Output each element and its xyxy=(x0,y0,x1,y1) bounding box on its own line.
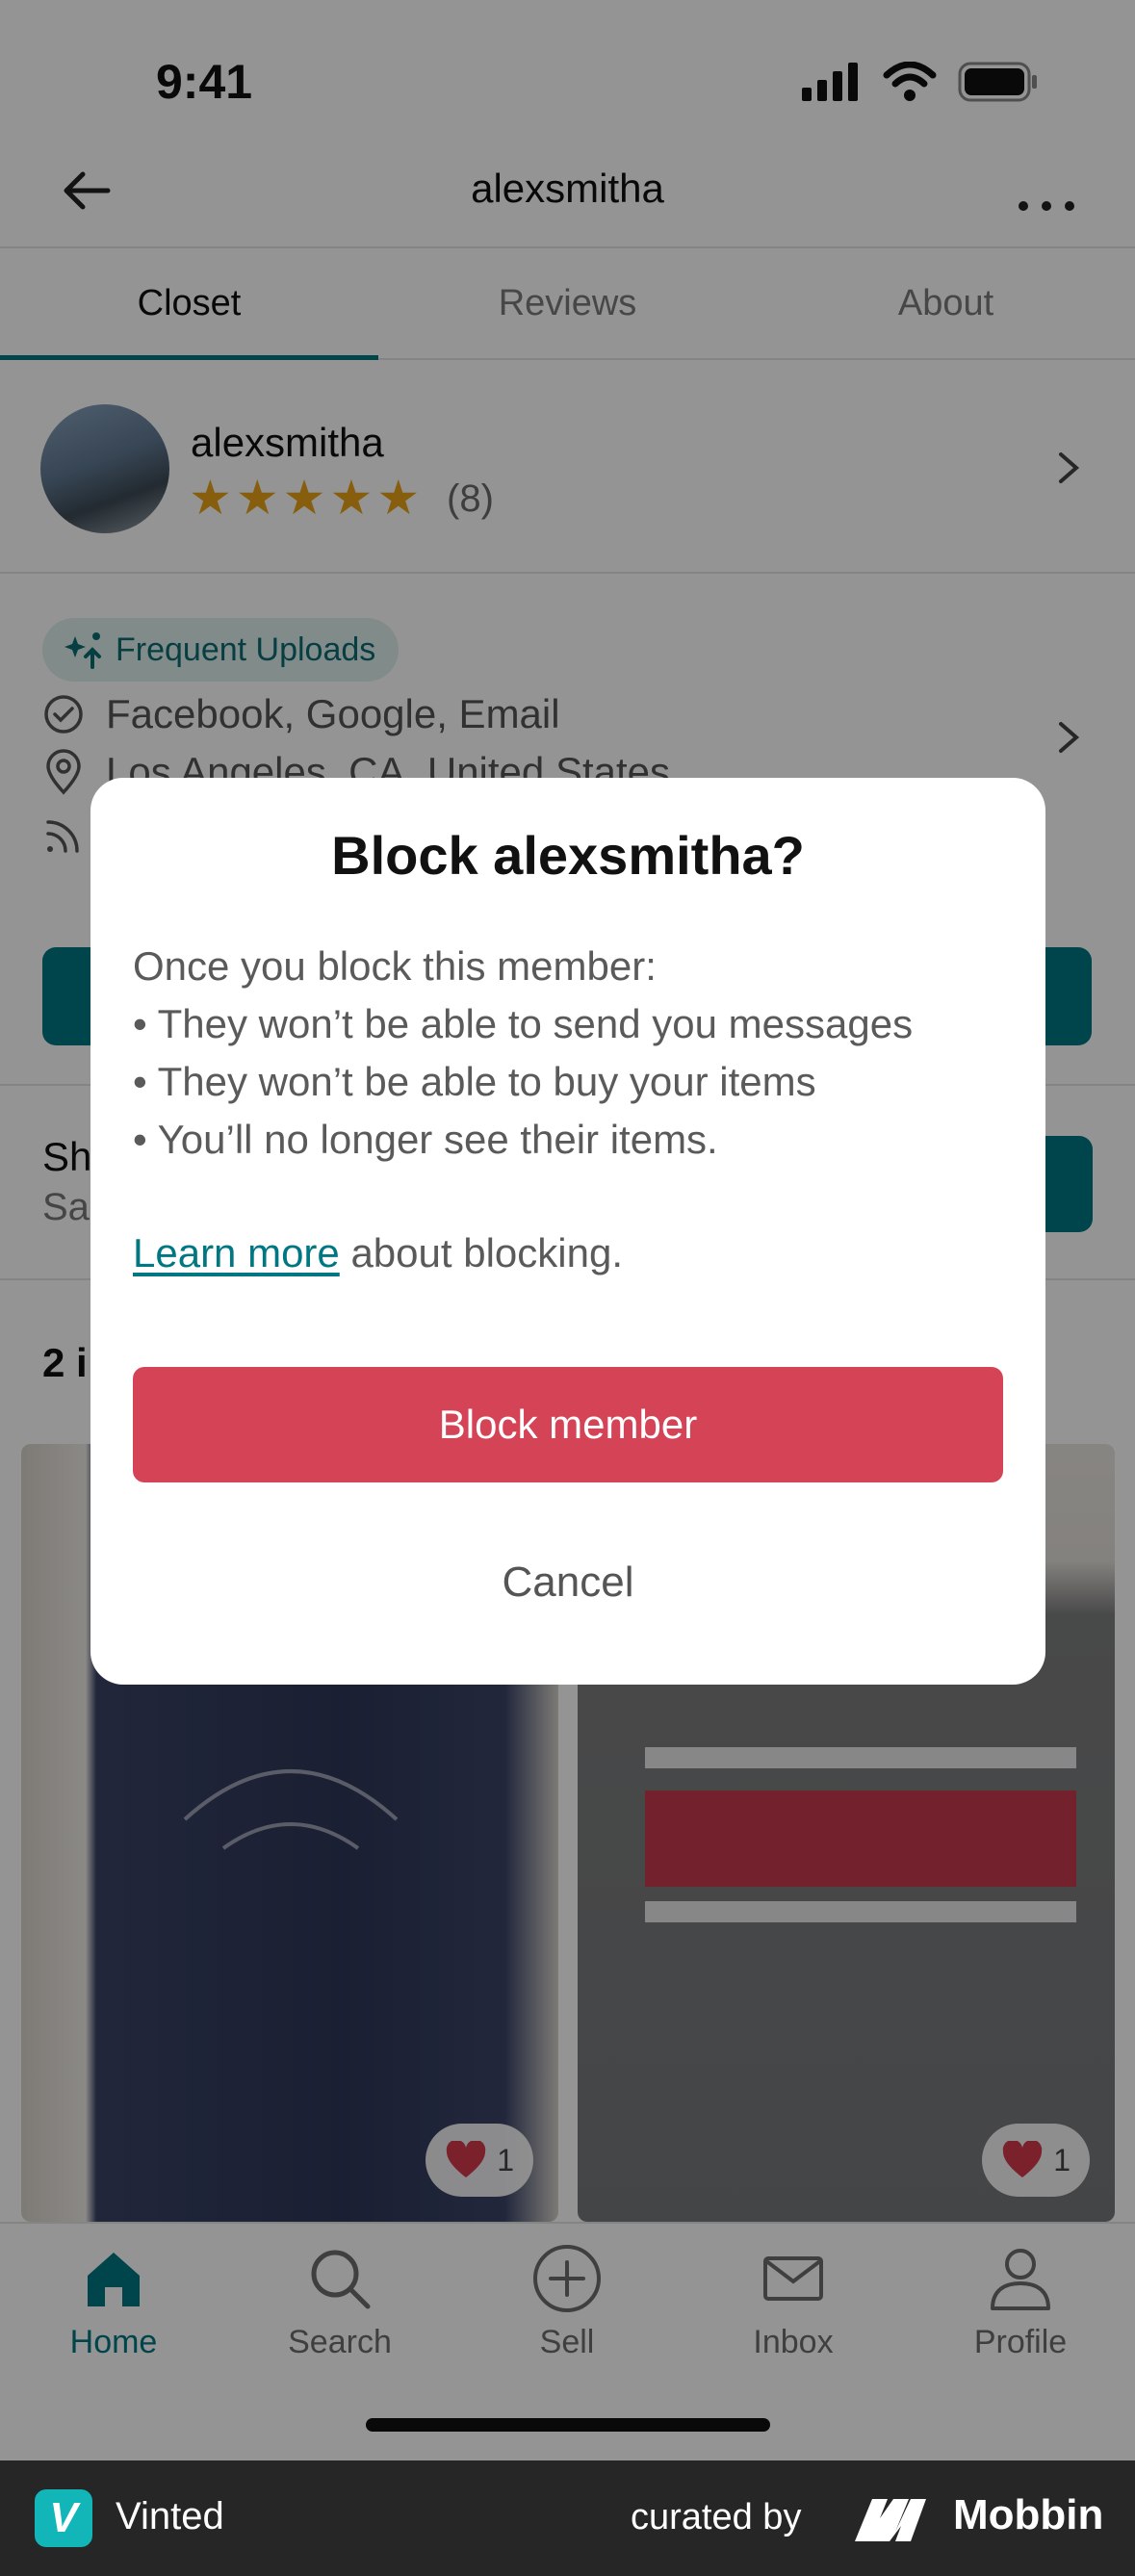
learn-more-link[interactable]: Learn more xyxy=(133,1230,340,1275)
dialog-bullet: • You’ll no longer see their items. xyxy=(133,1117,718,1162)
learn-more-text: about blocking. xyxy=(339,1230,623,1275)
mobbin-name: Mobbin xyxy=(953,2491,1104,2538)
block-member-button[interactable]: Block member xyxy=(133,1367,1003,1482)
attribution-footer: V Vinted curated by Mobbin xyxy=(0,2460,1135,2576)
learn-more-line: Learn more about blocking. xyxy=(133,1230,623,1276)
mobbin-logo-icon xyxy=(855,2499,926,2541)
dialog-bullet: • They won’t be able to send you message… xyxy=(133,1001,914,1046)
vinted-logo: V xyxy=(35,2489,92,2547)
block-member-dialog: Block alexsmitha? Once you block this me… xyxy=(90,778,1045,1685)
dialog-title: Block alexsmitha? xyxy=(331,825,805,886)
dialog-intro: Once you block this member: xyxy=(133,943,657,989)
dialog-body: Once you block this member: • They won’t… xyxy=(133,938,1007,1169)
brand-name: Vinted xyxy=(116,2495,224,2537)
dialog-bullet: • They won’t be able to buy your items xyxy=(133,1059,816,1104)
profile-screen: 9:41 alexsmitha Closet Reviews About ale… xyxy=(0,0,1135,2460)
cancel-button[interactable]: Cancel xyxy=(133,1534,1003,1631)
curated-by-label: curated by xyxy=(631,2497,802,2537)
